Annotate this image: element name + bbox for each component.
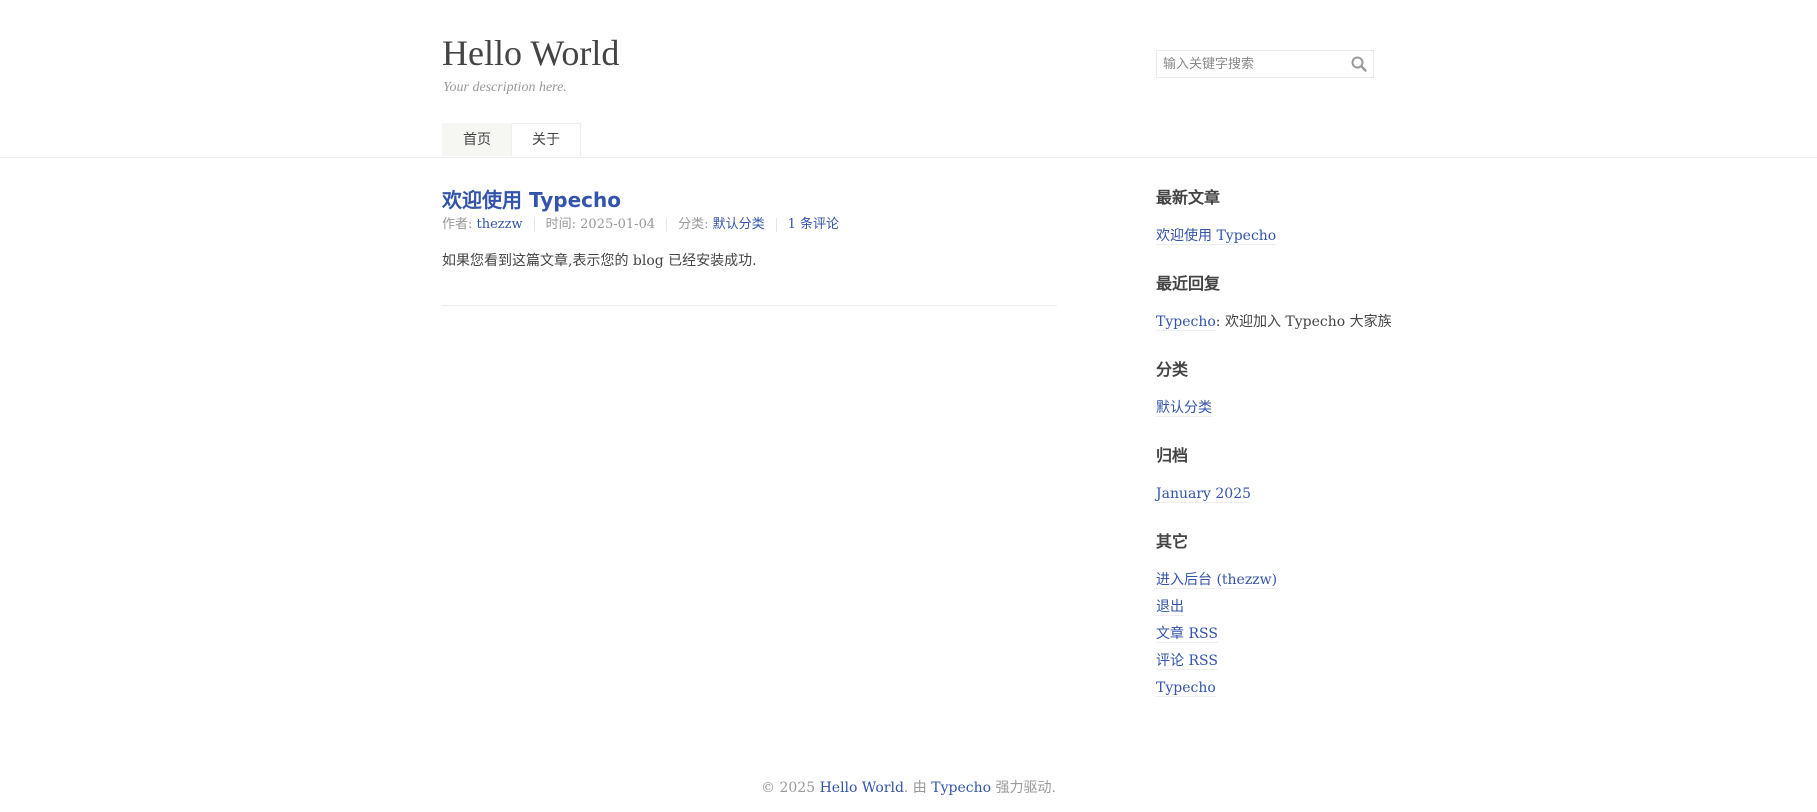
list-item: January 2025 [1156, 481, 1416, 508]
list-item: Typecho [1156, 675, 1416, 702]
search-button[interactable] [1345, 51, 1373, 77]
posts-rss-link[interactable]: 文章 RSS [1156, 626, 1218, 643]
category-link[interactable]: 默认分类 [713, 217, 765, 232]
widget-categories: 分类 默认分类 [1156, 358, 1416, 422]
other-list: 进入后台 (thezzw) 退出 文章 RSS 评论 RSS Typecho [1156, 567, 1416, 702]
list-item: 文章 RSS [1156, 621, 1416, 648]
time-value: 2025-01-04 [580, 217, 656, 232]
footer-by: . 由 [903, 780, 932, 796]
nav-item-home[interactable]: 首页 [442, 123, 512, 156]
post-content: 如果您看到这篇文章,表示您的 blog 已经安装成功. [442, 253, 757, 269]
list-item: 评论 RSS [1156, 648, 1416, 675]
widget-title-categories: 分类 [1156, 360, 1189, 379]
site-header: Hello World Your description here. 首页 关于 [0, 0, 1817, 158]
list-item: 进入后台 (thezzw) [1156, 567, 1416, 594]
nav-item-about[interactable]: 关于 [511, 123, 581, 156]
post-meta: 作者: thezzw 时间: 2025-01-04 分类: 默认分类 1 条评论 [442, 218, 850, 232]
widget-title-archives: 归档 [1156, 446, 1189, 465]
archive-month-link[interactable]: January 2025 [1156, 486, 1252, 503]
main-nav: 首页 关于 [442, 123, 581, 157]
search-form [1156, 50, 1374, 78]
recent-comments-list: Typecho: 欢迎加入 Typecho 大家族 [1156, 309, 1416, 336]
footer-powered: 强力驱动. [991, 780, 1056, 796]
widget-recent-comments: 最近回复 Typecho: 欢迎加入 Typecho 大家族 [1156, 272, 1416, 336]
list-item: Typecho: 欢迎加入 Typecho 大家族 [1156, 309, 1416, 336]
post-time: 时间: 2025-01-04 [533, 217, 666, 232]
time-label: 时间: [545, 217, 581, 232]
post-comments: 1 条评论 [775, 217, 850, 232]
widget-title-recent-comments: 最近回复 [1156, 274, 1221, 293]
site-description: Your description here. [443, 80, 567, 95]
categories-list: 默认分类 [1156, 395, 1416, 422]
post-author: 作者: thezzw [442, 218, 534, 232]
archives-list: January 2025 [1156, 481, 1416, 508]
author-link[interactable]: thezzw [477, 217, 523, 232]
widget-archives: 归档 January 2025 [1156, 444, 1416, 508]
widget-recent-posts: 最新文章 欢迎使用 Typecho [1156, 186, 1416, 250]
site-title[interactable]: Hello World [442, 31, 619, 75]
post-divider [442, 305, 1057, 306]
widget-title-other: 其它 [1156, 532, 1189, 551]
comment-text: : 欢迎加入 Typecho 大家族 [1215, 314, 1392, 330]
category-default-link[interactable]: 默认分类 [1156, 400, 1212, 417]
search-icon [1351, 56, 1367, 72]
widget-title-recent-posts: 最新文章 [1156, 188, 1221, 207]
list-item: 退出 [1156, 594, 1416, 621]
site-footer: © 2025 Hello World. 由 Typecho 强力驱动. [0, 776, 1817, 800]
logout-link[interactable]: 退出 [1156, 599, 1184, 616]
post-category: 分类: 默认分类 [666, 218, 776, 232]
footer-engine-link[interactable]: Typecho [931, 780, 991, 796]
comments-link[interactable]: 1 条评论 [788, 217, 839, 232]
widget-other: 其它 进入后台 (thezzw) 退出 文章 RSS 评论 RSS Typech… [1156, 530, 1416, 702]
list-item: 欢迎使用 Typecho [1156, 223, 1416, 250]
footer-copyright: © 2025 [761, 780, 820, 796]
search-input[interactable] [1157, 51, 1349, 77]
admin-link[interactable]: 进入后台 (thezzw) [1156, 572, 1278, 589]
typecho-link[interactable]: Typecho [1156, 680, 1216, 697]
footer-site-link[interactable]: Hello World [820, 780, 904, 796]
author-label: 作者: [442, 217, 477, 232]
list-item: 默认分类 [1156, 395, 1416, 422]
comments-rss-link[interactable]: 评论 RSS [1156, 653, 1218, 670]
sidebar: 最新文章 欢迎使用 Typecho 最近回复 Typecho: 欢迎加入 Typ… [1156, 186, 1416, 724]
comment-author-link[interactable]: Typecho [1156, 314, 1216, 331]
recent-post-link[interactable]: 欢迎使用 Typecho [1156, 228, 1277, 245]
category-label: 分类: [678, 217, 713, 232]
post-title-link[interactable]: 欢迎使用 Typecho [442, 187, 621, 213]
recent-posts-list: 欢迎使用 Typecho [1156, 223, 1416, 250]
